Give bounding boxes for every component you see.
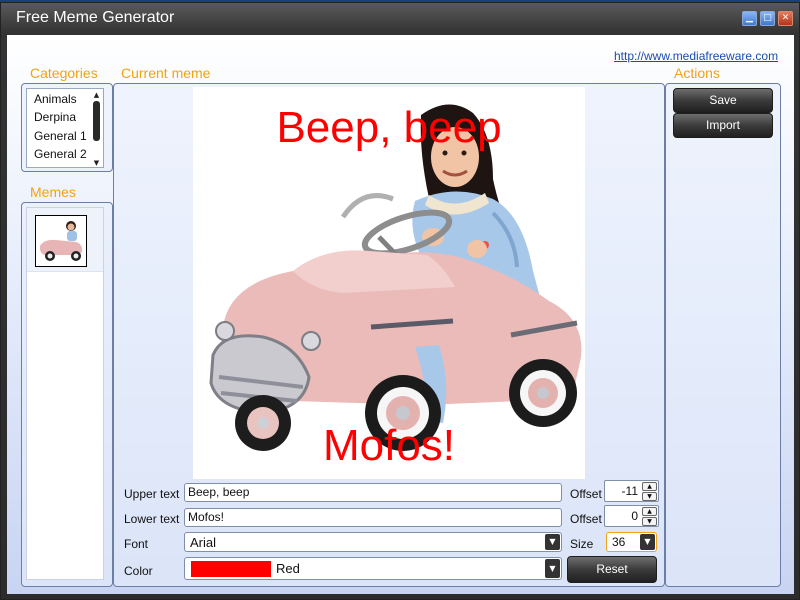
lower-offset-stepper[interactable]: 0 ▲ ▼ <box>604 505 659 527</box>
color-swatch <box>191 561 271 577</box>
meme-thumbnail[interactable] <box>35 215 87 267</box>
chevron-down-icon[interactable]: ▼ <box>640 534 655 550</box>
upper-text-label: Upper text <box>124 487 180 501</box>
memes-heading: Memes <box>30 184 76 200</box>
category-item[interactable]: General 1 <box>34 129 87 143</box>
meme-preview: Beep, beep Mofos! <box>193 87 585 479</box>
size-label: Size <box>570 537 594 551</box>
maximize-button[interactable]: □ <box>760 11 775 26</box>
color-label: Color <box>124 564 153 578</box>
memes-list[interactable] <box>26 207 104 580</box>
scroll-up-icon[interactable]: ▲ <box>92 91 101 99</box>
app-window: Free Meme Generator ▁ □ ✕ http://www.med… <box>0 2 800 600</box>
meme-list-item[interactable] <box>27 208 103 272</box>
lower-offset-value[interactable]: 0 <box>631 509 638 523</box>
color-value: Red <box>276 561 300 576</box>
website-link[interactable]: http://www.mediafreeware.com <box>614 49 778 63</box>
chevron-down-icon[interactable]: ▼ <box>545 534 560 550</box>
chevron-down-icon[interactable]: ▼ <box>545 559 560 578</box>
scrollbar-thumb[interactable] <box>93 101 100 141</box>
font-dropdown[interactable]: Arial ▼ <box>184 532 562 552</box>
size-dropdown[interactable]: 36 ▼ <box>606 532 657 552</box>
client-area: http://www.mediafreeware.com Categories … <box>7 35 794 594</box>
meme-upper-text: Beep, beep <box>276 103 502 152</box>
categories-scrollbar[interactable]: ▲ ▼ <box>92 91 101 167</box>
title-bar: Free Meme Generator ▁ □ ✕ <box>1 3 800 35</box>
lower-text-label: Lower text <box>124 512 180 526</box>
category-item[interactable]: General 2 <box>34 147 87 161</box>
lower-text-input[interactable]: Mofos! <box>184 508 562 527</box>
categories-heading: Categories <box>30 65 98 81</box>
size-value: 36 <box>612 535 626 549</box>
meme-lower-text: Mofos! <box>322 421 456 470</box>
reset-button[interactable]: Reset <box>567 556 657 583</box>
window-title: Free Meme Generator <box>16 9 175 26</box>
scroll-down-icon[interactable]: ▼ <box>92 159 101 167</box>
actions-heading: Actions <box>674 65 720 81</box>
upper-offset-value[interactable]: -11 <box>622 484 638 498</box>
category-item[interactable]: Derpina <box>34 110 76 124</box>
current-meme-heading: Current meme <box>121 65 211 81</box>
font-value: Arial <box>190 535 217 550</box>
spin-up-icon[interactable]: ▲ <box>642 482 657 491</box>
lower-offset-label: Offset <box>570 512 602 526</box>
categories-panel: Animals Derpina General 1 General 2 ▲ ▼ <box>21 83 113 172</box>
upper-offset-label: Offset <box>570 487 602 501</box>
memes-panel <box>21 202 113 587</box>
category-item[interactable]: Animals <box>34 92 77 106</box>
upper-offset-stepper[interactable]: -11 ▲ ▼ <box>604 480 659 502</box>
actions-panel: Save Import <box>665 83 781 587</box>
close-button[interactable]: ✕ <box>778 11 793 26</box>
minimize-button[interactable]: ▁ <box>742 11 757 26</box>
color-dropdown[interactable]: Red ▼ <box>184 557 562 580</box>
spin-down-icon[interactable]: ▼ <box>642 492 657 501</box>
spin-up-icon[interactable]: ▲ <box>642 507 657 516</box>
save-button[interactable]: Save <box>673 88 773 113</box>
import-button[interactable]: Import <box>673 113 773 138</box>
categories-list[interactable]: Animals Derpina General 1 General 2 ▲ ▼ <box>26 88 104 168</box>
upper-text-input[interactable]: Beep, beep <box>184 483 562 502</box>
font-label: Font <box>124 537 149 551</box>
spin-down-icon[interactable]: ▼ <box>642 517 657 526</box>
current-meme-panel: Beep, beep Mofos! Upper text Beep, beep … <box>113 83 665 587</box>
